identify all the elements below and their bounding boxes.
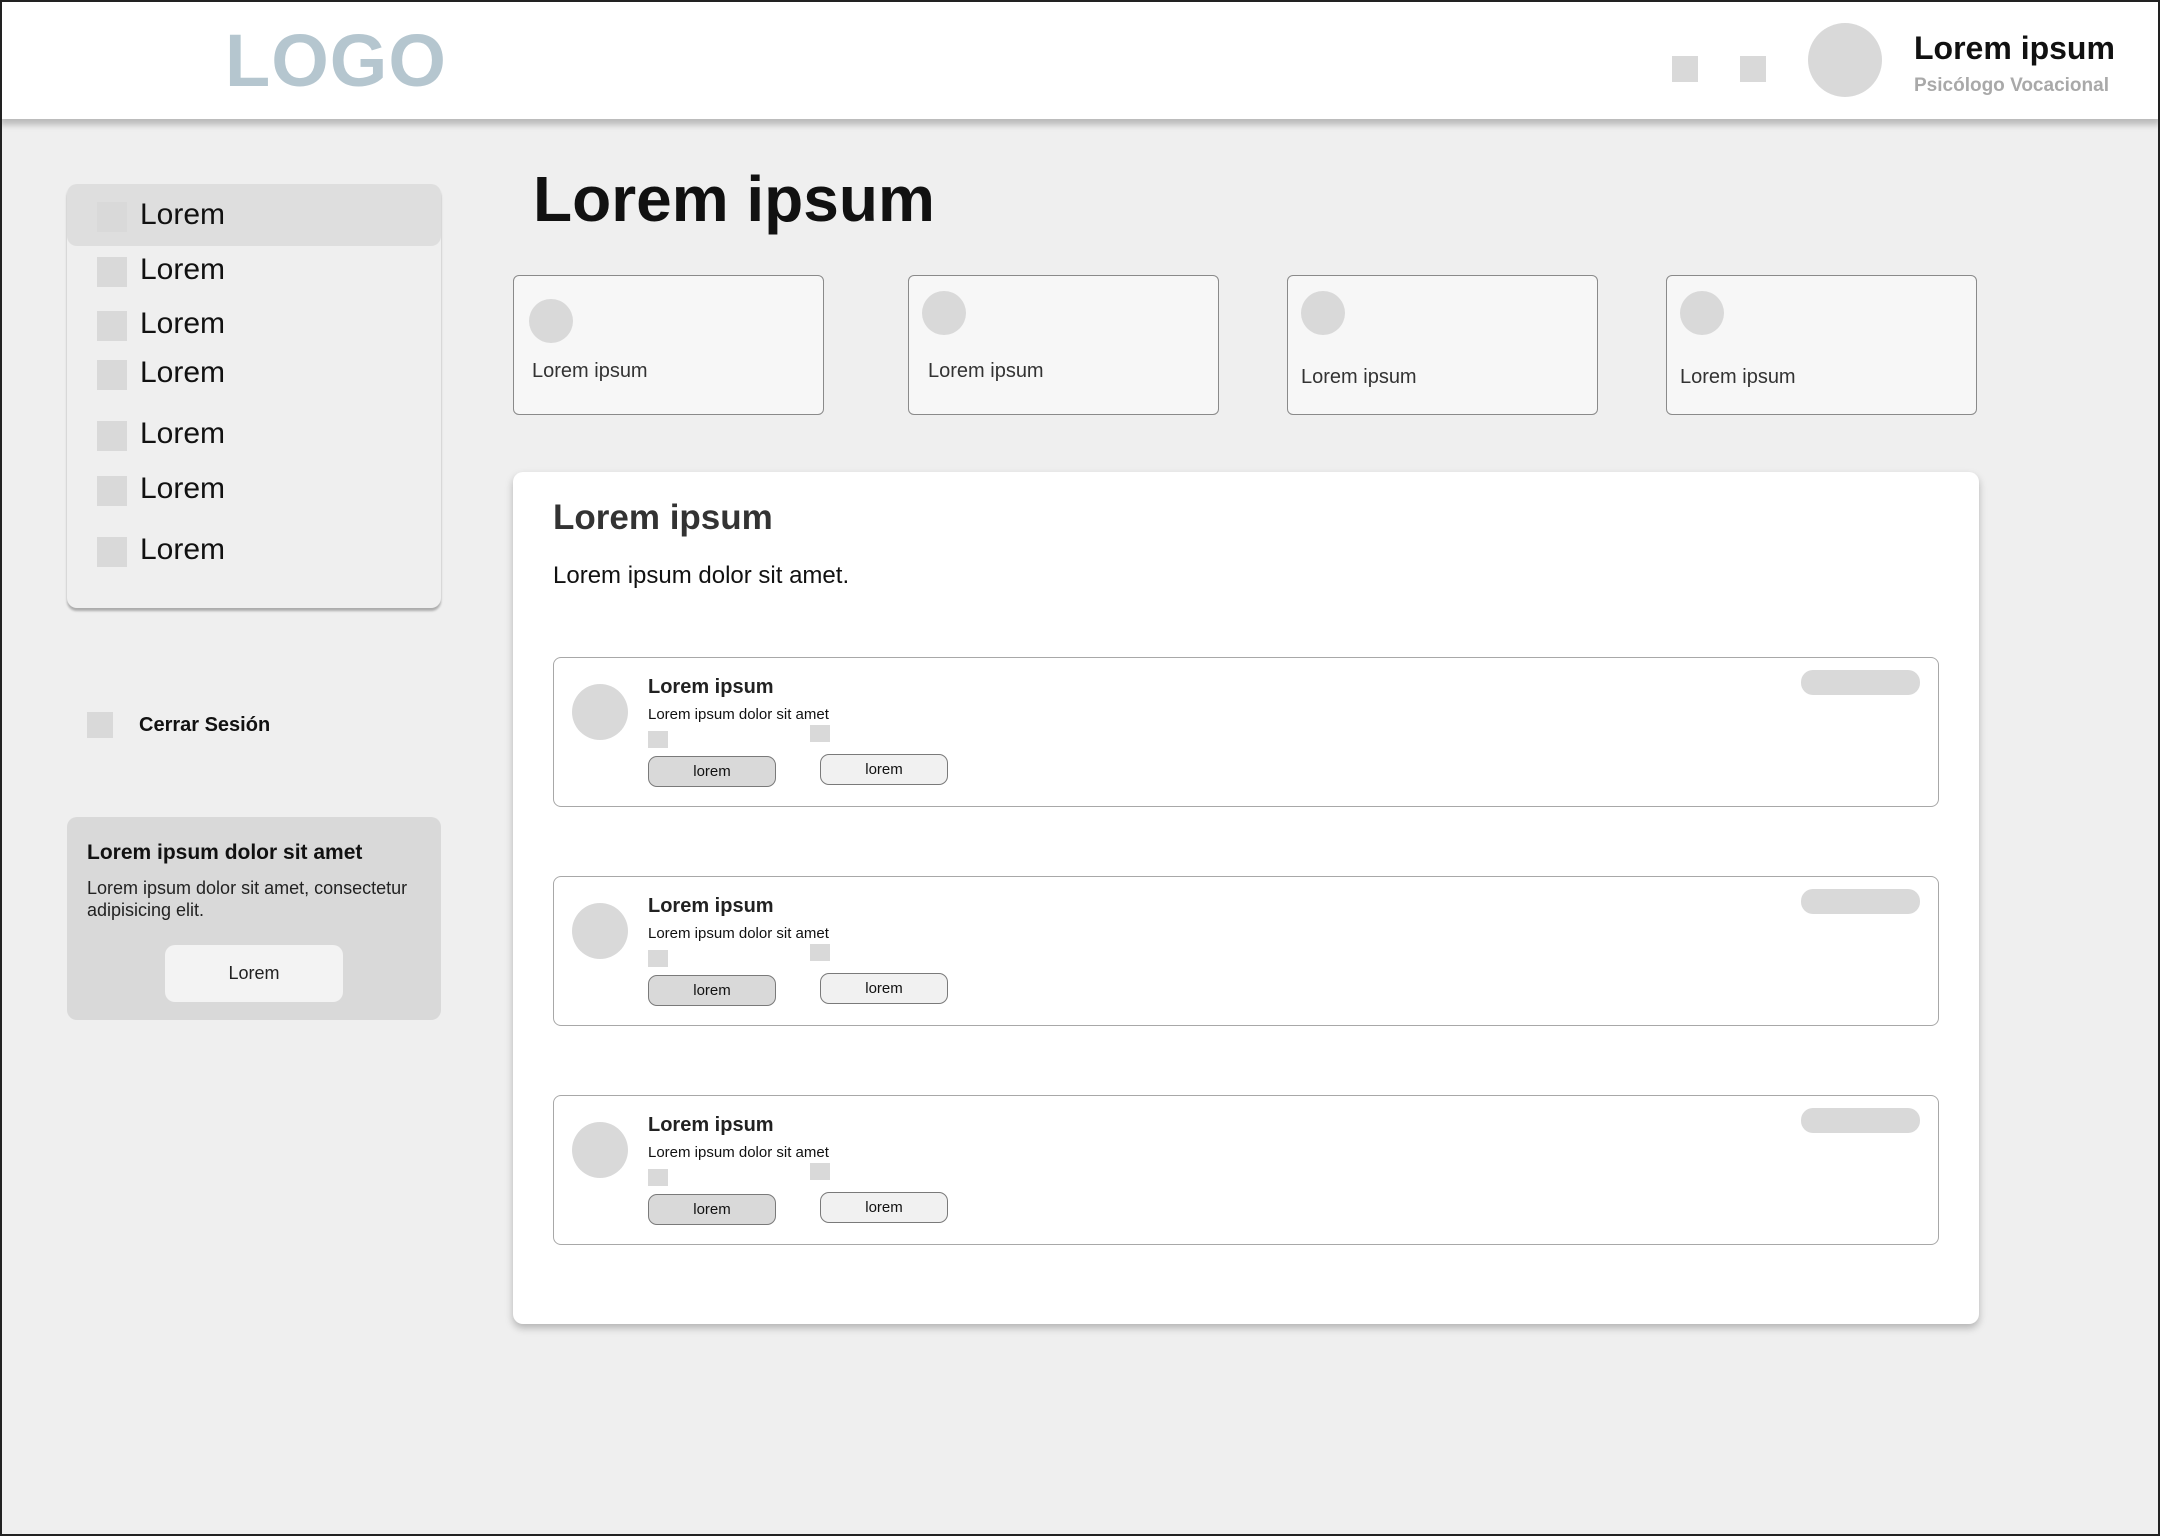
secondary-action-button[interactable]: lorem: [820, 754, 948, 785]
notification-icon[interactable]: [1672, 56, 1698, 82]
primary-action-button[interactable]: lorem: [648, 756, 776, 787]
meta-icon: [810, 725, 830, 742]
request-name: Lorem ipsum: [648, 676, 774, 698]
avatar: [572, 684, 628, 740]
user-role: Psicólogo Vocacional: [1914, 75, 2109, 96]
sidebar-item-label: Lorem: [140, 307, 226, 340]
stat-icon: [1680, 291, 1724, 335]
primary-action-button[interactable]: lorem: [648, 975, 776, 1006]
stat-icon: [922, 291, 966, 335]
sidebar-item-label: Lorem: [140, 417, 226, 450]
request-name: Lorem ipsum: [648, 895, 774, 917]
sidebar-item-label: Lorem: [140, 198, 226, 231]
primary-action-button[interactable]: lorem: [648, 1194, 776, 1225]
message-icon[interactable]: [1740, 56, 1766, 82]
promo-text: Lorem ipsum dolor sit amet, consectetur …: [87, 878, 408, 920]
sidebar-item-label: Lorem: [140, 533, 226, 566]
meta-icon: [810, 944, 830, 961]
stat-label: Lorem ipsum: [928, 360, 1044, 382]
top-header: LOGO Lorem ipsum Psicólogo Vocacional: [0, 0, 2160, 119]
meta-icon: [648, 1169, 668, 1186]
menu-item-icon: [97, 537, 127, 567]
request-card: Lorem ipsum Lorem ipsum dolor sit amet l…: [553, 1095, 1939, 1245]
meta-icon: [810, 1163, 830, 1180]
sidebar-item-label: Lorem: [140, 356, 226, 389]
request-description: Lorem ipsum dolor sit amet: [648, 925, 829, 942]
sidebar-item-5[interactable]: Lorem: [67, 403, 441, 465]
logout-label: Cerrar Sesión: [139, 714, 271, 736]
status-badge: [1801, 1108, 1920, 1133]
user-name: Lorem ipsum: [1914, 30, 2115, 66]
stat-card[interactable]: Lorem ipsum: [513, 275, 824, 415]
request-name: Lorem ipsum: [648, 1114, 774, 1136]
promo-title: Lorem ipsum dolor sit amet: [87, 841, 363, 864]
status-badge: [1801, 889, 1920, 914]
menu-item-icon: [97, 311, 127, 341]
promo-card: Lorem ipsum dolor sit amet Lorem ipsum d…: [67, 817, 441, 1020]
logo[interactable]: LOGO: [225, 18, 447, 103]
menu-item-icon: [97, 257, 127, 287]
sidebar-item-label: Lorem: [140, 472, 226, 505]
avatar: [572, 903, 628, 959]
sidebar-item-label: Lorem: [140, 253, 226, 286]
promo-button[interactable]: Lorem: [165, 945, 343, 1002]
panel-subtitle: Lorem ipsum dolor sit amet.: [553, 562, 850, 589]
menu-item-icon: [97, 476, 127, 506]
secondary-action-button[interactable]: lorem: [820, 1192, 948, 1223]
user-avatar[interactable]: [1808, 23, 1882, 97]
menu-item-icon: [97, 202, 127, 232]
stat-label: Lorem ipsum: [532, 360, 648, 382]
status-badge: [1801, 670, 1920, 695]
request-description: Lorem ipsum dolor sit amet: [648, 1144, 829, 1161]
stat-label: Lorem ipsum: [1680, 366, 1796, 388]
sidebar-item-4[interactable]: Lorem: [67, 342, 441, 404]
stat-icon: [529, 299, 573, 343]
secondary-action-button[interactable]: lorem: [820, 973, 948, 1004]
meta-icon: [648, 950, 668, 967]
page-title: Lorem ipsum: [533, 163, 935, 235]
sidebar-item-1[interactable]: Lorem: [67, 184, 441, 246]
meta-icon: [648, 731, 668, 748]
menu-item-icon: [97, 360, 127, 390]
sidebar-menu: Lorem Lorem Lorem Lorem Lorem Lorem Lore…: [67, 184, 441, 608]
stat-card[interactable]: Lorem ipsum: [1287, 275, 1598, 415]
logout-icon: [87, 712, 113, 738]
panel-title: Lorem ipsum: [553, 498, 773, 537]
menu-item-icon: [97, 421, 127, 451]
request-description: Lorem ipsum dolor sit amet: [648, 706, 829, 723]
request-card: Lorem ipsum Lorem ipsum dolor sit amet l…: [553, 657, 1939, 807]
stat-card[interactable]: Lorem ipsum: [1666, 275, 1977, 415]
stat-label: Lorem ipsum: [1301, 366, 1417, 388]
request-card: Lorem ipsum Lorem ipsum dolor sit amet l…: [553, 876, 1939, 1026]
requests-panel: Lorem ipsum Lorem ipsum dolor sit amet. …: [513, 472, 1979, 1324]
sidebar-item-7[interactable]: Lorem: [67, 519, 441, 581]
avatar: [572, 1122, 628, 1178]
stat-card[interactable]: Lorem ipsum: [908, 275, 1219, 415]
sidebar-item-2[interactable]: Lorem: [67, 239, 441, 301]
sidebar-item-6[interactable]: Lorem: [67, 458, 441, 520]
stat-icon: [1301, 291, 1345, 335]
